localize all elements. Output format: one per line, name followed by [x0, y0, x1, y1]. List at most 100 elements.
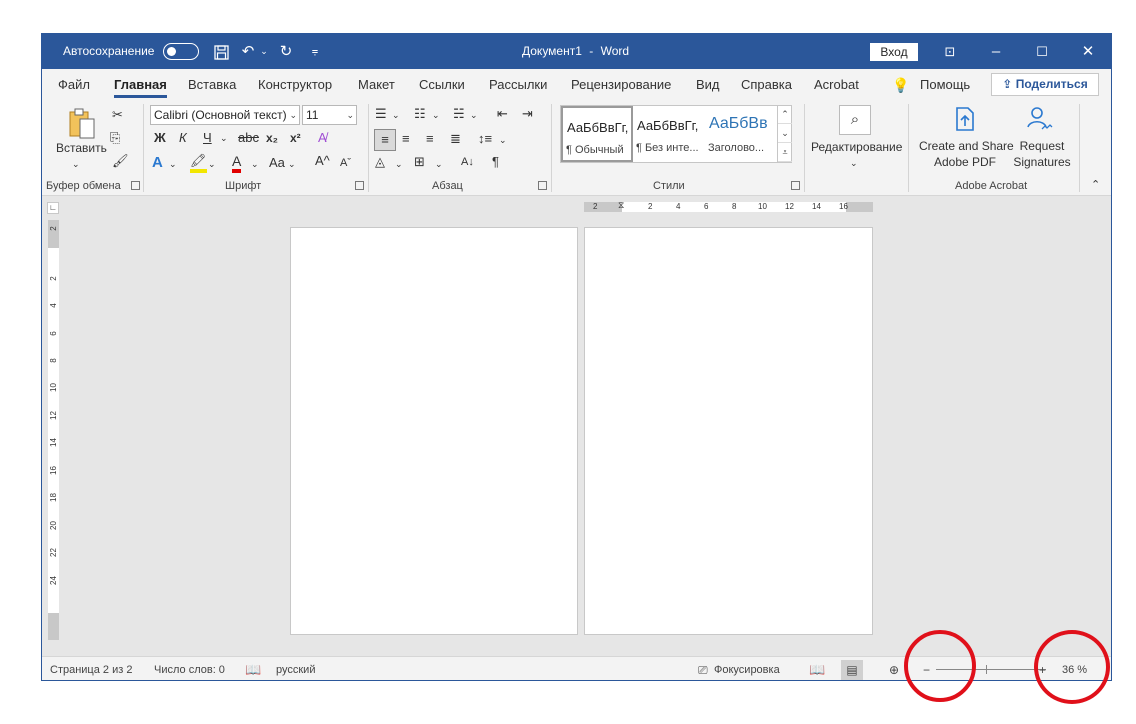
editing-dropdown-icon[interactable]: ⌄ [850, 155, 858, 171]
font-color-button[interactable]: A [232, 153, 242, 173]
proofing-icon[interactable]: 📖 [245, 657, 261, 680]
underline-button[interactable]: Ч [203, 130, 212, 146]
numbering-dropdown-icon[interactable]: ⌄ [432, 107, 440, 123]
bullets-dropdown-icon[interactable]: ⌄ [392, 107, 400, 123]
line-spacing-icon[interactable]: ↕≡ [478, 131, 492, 147]
line-spacing-dropdown-icon[interactable]: ⌄ [499, 132, 507, 148]
create-pdf-label-line1[interactable]: Create and Share [919, 138, 1014, 154]
shading-dropdown-icon[interactable]: ⌄ [395, 156, 403, 172]
zoom-in-button[interactable]: + [1039, 657, 1046, 680]
paste-icon[interactable] [64, 107, 100, 143]
share-button[interactable]: ⇪ Поделиться [991, 73, 1099, 96]
tell-me-label[interactable]: Помощь [920, 69, 970, 99]
change-case-dropdown-icon[interactable]: ⌄ [288, 156, 296, 172]
clear-formatting-icon[interactable]: A̸ [318, 130, 327, 146]
cut-icon[interactable]: ✂ [112, 107, 123, 123]
indent-marker-icon[interactable]: ⧖ [618, 200, 624, 210]
style-no-spacing[interactable]: АаБбВвГг, ¶ Без инте... [633, 106, 705, 162]
maximize-icon[interactable]: ☐ [1032, 34, 1052, 69]
font-size-combo[interactable]: 11 ⌄ [302, 105, 357, 125]
text-effects-dropdown-icon[interactable]: ⌄ [169, 156, 177, 172]
italic-button[interactable]: К [179, 130, 187, 146]
request-signatures-label-line1[interactable]: Request [1014, 138, 1070, 154]
tab-help[interactable]: Справка [741, 69, 792, 99]
request-signatures-icon[interactable] [1024, 105, 1056, 135]
tab-design[interactable]: Конструктор [258, 69, 332, 99]
tab-file[interactable]: Файл [58, 69, 90, 99]
signin-button[interactable]: Вход [870, 43, 918, 61]
undo-icon[interactable]: ↶ [238, 34, 258, 69]
strikethrough-button[interactable]: abc [238, 130, 259, 146]
style-normal[interactable]: АаБбВвГг, ¶ Обычный [561, 106, 633, 162]
sort-icon[interactable]: A↓ [461, 154, 474, 170]
find-icon[interactable]: ⌕ [839, 105, 871, 135]
highlight-dropdown-icon[interactable]: ⌄ [208, 156, 216, 172]
autosave-toggle[interactable] [163, 43, 199, 60]
styles-more-icon[interactable]: ⩡ [778, 143, 792, 162]
change-case-button[interactable]: Aa [269, 155, 285, 171]
document-page-1[interactable] [290, 227, 578, 635]
borders-dropdown-icon[interactable]: ⌄ [435, 156, 443, 172]
font-color-dropdown-icon[interactable]: ⌄ [251, 156, 259, 172]
horizontal-ruler[interactable]: 2 2 4 6 8 10 12 14 16 ⧖ [584, 200, 873, 212]
style-heading[interactable]: АаБбВв Заголово... [705, 106, 777, 162]
justify-button[interactable]: ≣ [450, 131, 461, 147]
shrink-font-button[interactable]: Aˇ [340, 155, 351, 171]
document-page-2[interactable] [584, 227, 873, 635]
font-launcher-icon[interactable]: ↘ [355, 181, 364, 190]
tab-acrobat[interactable]: Acrobat [814, 69, 859, 99]
underline-dropdown-icon[interactable]: ⌄ [220, 130, 228, 146]
editing-button[interactable]: Редактирование [811, 139, 902, 155]
collapse-ribbon-icon[interactable]: ⌃ [1091, 177, 1100, 193]
focus-mode-button[interactable]: Фокусировка [714, 657, 780, 680]
grow-font-button[interactable]: A^ [315, 153, 330, 169]
tab-layout[interactable]: Макет [358, 69, 395, 99]
superscript-button[interactable]: x² [290, 130, 301, 146]
word-count[interactable]: Число слов: 0 [154, 657, 225, 680]
bold-button[interactable]: Ж [154, 130, 166, 146]
align-center-button[interactable]: ≡ [402, 131, 410, 147]
tab-review[interactable]: Рецензирование [571, 69, 671, 99]
shading-icon[interactable]: ◬ [375, 154, 385, 170]
tab-references[interactable]: Ссылки [419, 69, 465, 99]
align-left-button[interactable]: ≡ [374, 129, 396, 151]
text-effects-icon[interactable]: A [152, 155, 163, 171]
zoom-percent[interactable]: 36 % [1062, 657, 1087, 680]
paragraph-launcher-icon[interactable]: ↘ [538, 181, 547, 190]
tab-insert[interactable]: Вставка [188, 69, 236, 99]
multilevel-dropdown-icon[interactable]: ⌄ [470, 107, 478, 123]
tab-selector-icon[interactable]: ∟ [47, 202, 59, 214]
read-mode-icon[interactable]: 📖 [809, 657, 825, 680]
styles-up-icon[interactable]: ⌃ [778, 105, 792, 124]
show-formatting-button[interactable]: ¶ [492, 154, 499, 170]
ribbon-display-icon[interactable]: ⊡ [940, 34, 960, 69]
focus-icon[interactable]: ⎚ [698, 657, 708, 680]
subscript-button[interactable]: x₂ [266, 130, 278, 146]
tab-home[interactable]: Главная [114, 69, 167, 99]
highlight-icon[interactable]: 🖍 [190, 153, 207, 173]
vertical-ruler[interactable]: 2 2 4 6 8 10 12 14 16 18 20 22 24 [48, 220, 59, 640]
styles-launcher-icon[interactable]: ↘ [791, 181, 800, 190]
copy-icon[interactable]: ⎘ [110, 130, 120, 146]
redo-icon[interactable]: ↻ [276, 34, 296, 69]
bullets-icon[interactable]: ☰ [375, 106, 387, 122]
request-signatures-label-line2[interactable]: Signatures [1010, 154, 1074, 170]
customize-toolbar-icon[interactable]: ⩦ [308, 34, 322, 69]
zoom-out-button[interactable]: − [923, 657, 930, 680]
decrease-indent-icon[interactable]: ⇤ [497, 106, 508, 122]
create-pdf-icon[interactable] [951, 105, 979, 135]
minimize-icon[interactable]: – [986, 34, 1006, 69]
create-pdf-label-line2[interactable]: Adobe PDF [919, 154, 1011, 170]
print-layout-icon[interactable]: ▤ [841, 660, 863, 680]
lightbulb-icon[interactable]: 💡 [892, 69, 909, 99]
close-icon[interactable]: ✕ [1078, 34, 1098, 69]
borders-icon[interactable]: ⊞ [414, 154, 425, 170]
format-painter-icon[interactable]: 🖌 [112, 153, 129, 169]
save-icon[interactable] [210, 34, 232, 69]
web-layout-icon[interactable]: ⊕ [889, 657, 899, 680]
multilevel-list-icon[interactable]: ☵ [453, 106, 465, 122]
tab-mailings[interactable]: Рассылки [489, 69, 547, 99]
paste-dropdown-icon[interactable]: ⌄ [72, 156, 80, 172]
increase-indent-icon[interactable]: ⇥ [522, 106, 533, 122]
styles-down-icon[interactable]: ⌄ [778, 124, 792, 143]
